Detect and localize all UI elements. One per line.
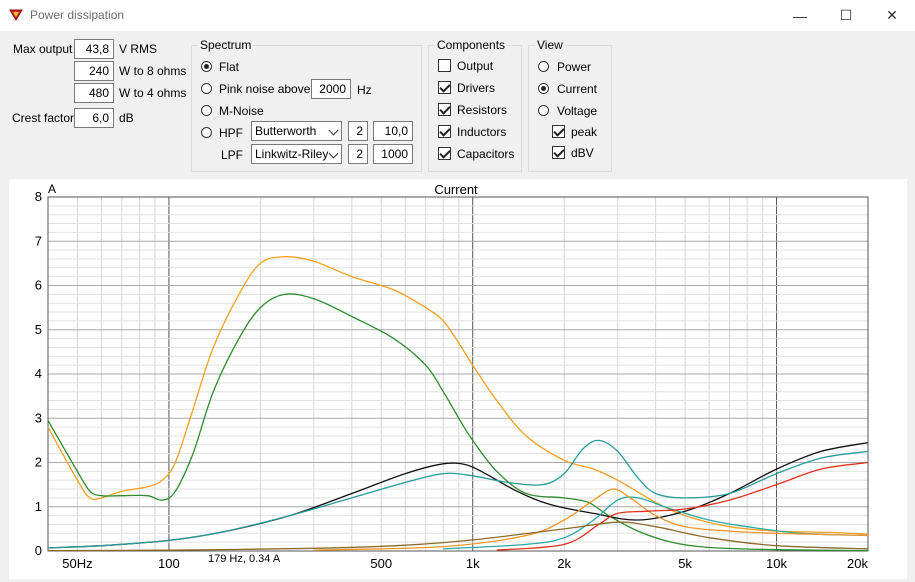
close-button[interactable]: ✕ — [869, 0, 915, 31]
app-logo-icon — [9, 9, 23, 21]
title-bar: Power dissipation — ☐ ✕ — [0, 0, 915, 31]
y-tick-label: 8 — [35, 189, 42, 204]
chart-grid — [47, 196, 869, 552]
inductors-checkbox-label: Inductors — [457, 125, 507, 139]
max-output-label: Max output — [13, 42, 73, 56]
series-line-2 — [47, 293, 869, 552]
m-noise-label: M-Noise — [219, 104, 264, 118]
x-tick-labels: 50Hz 100 500 1k 2k 5k 10k 20k — [62, 556, 868, 571]
capacitors-checkbox-label: Capacitors — [457, 147, 515, 161]
crest-factor-label: Crest factor — [12, 111, 75, 125]
power-label: Power — [557, 60, 592, 74]
watts-8ohm-input[interactable]: 240 — [74, 61, 114, 81]
y-tick-label: 4 — [35, 366, 42, 381]
resistors-checkbox-label: Resistors — [457, 103, 508, 117]
chevron-down-icon — [328, 125, 339, 136]
y-tick-label: 6 — [35, 278, 42, 293]
x-tick-label: 5k — [678, 556, 692, 571]
hpf-freq-input[interactable]: 10,0 — [373, 121, 413, 141]
window-title: Power dissipation — [30, 8, 125, 22]
current-chart-svg: 0 1 2 3 4 5 6 7 8 50Hz 100 500 1k 2k 5k 10k 20k Current… — [35, 182, 869, 571]
close-icon: ✕ — [886, 7, 898, 23]
drivers-checkbox-label: Drivers — [457, 81, 495, 95]
max-output-unit: V RMS — [119, 42, 158, 56]
y-axis-label: A — [48, 182, 56, 196]
minimize-button[interactable]: — — [777, 0, 823, 31]
output-checkbox-label: Output — [457, 59, 494, 73]
pink-noise-unit: Hz — [357, 83, 372, 97]
cursor-readout: 179 Hz, 0.34 A — [208, 553, 281, 565]
view-group-title: View — [535, 38, 565, 52]
y-tick-label: 2 — [35, 455, 42, 470]
m-noise-radio[interactable] — [201, 105, 212, 116]
dbv-checkbox-label: dBV — [571, 146, 594, 160]
max-output-input[interactable]: 43,8 — [74, 39, 114, 59]
x-tick-label: 100 — [158, 556, 180, 571]
resistors-checkbox[interactable] — [438, 103, 451, 116]
hpf-label: HPF — [219, 126, 243, 140]
x-tick-label: 2k — [557, 556, 571, 571]
watts-8ohm-unit: W to 8 ohms — [119, 64, 187, 78]
voltage-radio[interactable] — [538, 105, 549, 116]
lpf-type-select[interactable]: Linkwitz-Riley — [251, 144, 342, 164]
lpf-order-input[interactable]: 2 — [348, 144, 368, 164]
hpf-order-input[interactable]: 2 — [348, 121, 368, 141]
capacitors-checkbox[interactable] — [438, 147, 451, 160]
spectrum-group-title: Spectrum — [198, 38, 254, 52]
lpf-type-value: Linkwitz-Riley — [255, 147, 329, 161]
crest-factor-unit: dB — [119, 111, 134, 125]
x-tick-label: 10k — [766, 556, 787, 571]
y-tick-label: 7 — [35, 233, 42, 248]
current-chart[interactable]: 0 1 2 3 4 5 6 7 8 50Hz 100 500 1k 2k 5k 10k 20k Current… — [9, 179, 907, 579]
chevron-down-icon — [328, 148, 339, 159]
minimize-icon: — — [793, 7, 807, 24]
inductors-checkbox[interactable] — [438, 125, 451, 138]
pink-noise-freq-input[interactable]: 2000 — [311, 79, 351, 99]
drivers-checkbox[interactable] — [438, 81, 451, 94]
y-tick-label: 0 — [35, 543, 42, 558]
dbv-checkbox[interactable] — [552, 146, 565, 159]
crest-factor-input[interactable]: 6,0 — [74, 108, 114, 128]
y-tick-labels: 0 1 2 3 4 5 6 7 8 — [35, 189, 42, 558]
maximize-icon: ☐ — [839, 7, 853, 23]
y-tick-label: 5 — [35, 322, 42, 337]
pink-noise-label: Pink noise above — [219, 82, 311, 96]
hpf-radio[interactable] — [201, 127, 212, 138]
x-tick-label: 500 — [370, 556, 392, 571]
flat-radio[interactable] — [201, 61, 212, 72]
current-label: Current — [557, 82, 598, 96]
power-radio[interactable] — [538, 61, 549, 72]
chart-title: Current — [434, 182, 478, 197]
peak-checkbox-label: peak — [571, 125, 598, 139]
y-tick-label: 1 — [35, 499, 42, 514]
x-tick-label: 20k — [847, 556, 868, 571]
current-radio[interactable] — [538, 83, 549, 94]
series-line-1 — [47, 256, 869, 535]
maximize-button[interactable]: ☐ — [823, 0, 869, 31]
y-tick-label: 3 — [35, 410, 42, 425]
pink-noise-radio[interactable] — [201, 83, 212, 94]
lpf-freq-input[interactable]: 1000 — [373, 144, 413, 164]
output-checkbox[interactable] — [438, 59, 451, 72]
hpf-type-select[interactable]: Butterworth — [251, 121, 342, 141]
peak-checkbox[interactable] — [552, 125, 565, 138]
watts-4ohm-unit: W to 4 ohms — [119, 86, 187, 100]
flat-label: Flat — [219, 60, 240, 74]
voltage-label: Voltage — [557, 104, 598, 118]
watts-4ohm-input[interactable]: 480 — [74, 83, 114, 103]
lpf-label: LPF — [221, 148, 244, 162]
hpf-type-value: Butterworth — [255, 124, 317, 138]
components-group-title: Components — [435, 38, 508, 52]
x-tick-label: 1k — [466, 556, 480, 571]
x-tick-label: 50Hz — [62, 556, 92, 571]
